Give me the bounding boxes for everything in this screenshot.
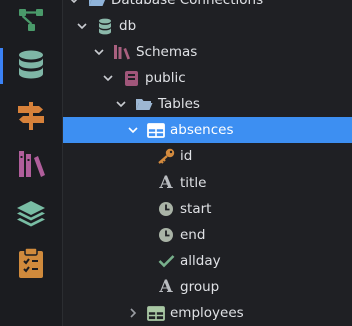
activity-database[interactable] bbox=[0, 46, 62, 86]
tree-node-label: employees bbox=[170, 305, 244, 321]
chevron-down-icon[interactable] bbox=[67, 0, 81, 7]
tree-column-id[interactable]: id bbox=[63, 143, 352, 169]
column-label: start bbox=[180, 201, 212, 217]
app-window: Database Connections db Schemas public T… bbox=[0, 0, 352, 326]
column-label: group bbox=[180, 279, 220, 295]
key-icon bbox=[156, 147, 176, 165]
column-label: title bbox=[180, 175, 207, 191]
tree-node-database-connections[interactable]: Database Connections bbox=[63, 0, 352, 13]
chevron-down-icon[interactable] bbox=[114, 97, 128, 111]
clipboard-icon bbox=[19, 247, 43, 278]
tree-column-group[interactable]: A group bbox=[63, 274, 352, 300]
database-icon bbox=[95, 17, 115, 35]
tree-node-label: Tables bbox=[158, 96, 200, 112]
tree-column-allday[interactable]: allday bbox=[63, 248, 352, 274]
chevron-right-icon[interactable] bbox=[126, 306, 140, 320]
activity-bar bbox=[0, 0, 63, 326]
table-icon bbox=[146, 121, 166, 139]
tree-node-absences[interactable]: absences bbox=[63, 117, 352, 143]
clock-icon bbox=[156, 200, 176, 218]
clock-icon bbox=[156, 226, 176, 244]
column-label: allday bbox=[180, 253, 221, 269]
git-graph-icon bbox=[19, 9, 43, 31]
activity-library[interactable] bbox=[0, 144, 62, 184]
tree-column-start[interactable]: start bbox=[63, 196, 352, 222]
library-icon bbox=[19, 151, 45, 177]
tree-node-schemas[interactable]: Schemas bbox=[63, 39, 352, 65]
chevron-down-icon[interactable] bbox=[92, 45, 106, 59]
activity-clipboard[interactable] bbox=[0, 243, 62, 283]
database-icon bbox=[19, 50, 43, 79]
table-icon bbox=[146, 304, 166, 322]
tree-node-label: Database Connections bbox=[111, 0, 264, 8]
library-icon bbox=[112, 43, 132, 61]
column-label: end bbox=[180, 227, 206, 243]
layers-icon bbox=[17, 201, 45, 227]
database-navigator-tree: Database Connections db Schemas public T… bbox=[63, 0, 352, 326]
schema-book-icon bbox=[121, 69, 141, 87]
chevron-down-icon[interactable] bbox=[101, 71, 115, 85]
text-type-icon: A bbox=[159, 276, 173, 297]
signpost-icon bbox=[18, 102, 44, 130]
tree-node-public[interactable]: public bbox=[63, 65, 352, 91]
tree-column-title[interactable]: A title bbox=[63, 170, 352, 196]
tree-column-end[interactable]: end bbox=[63, 222, 352, 248]
tree-node-label: absences bbox=[170, 122, 234, 138]
tree-node-db[interactable]: db bbox=[63, 13, 352, 39]
activity-signpost[interactable] bbox=[0, 96, 62, 136]
tree-node-label: public bbox=[145, 70, 186, 86]
chevron-down-icon[interactable] bbox=[126, 123, 140, 137]
activity-git-graph[interactable] bbox=[0, 0, 62, 40]
tree-node-employees[interactable]: employees bbox=[63, 300, 352, 326]
folder-open-icon bbox=[87, 0, 107, 9]
column-label: id bbox=[180, 148, 193, 164]
text-type-icon: A bbox=[159, 172, 173, 193]
check-icon bbox=[156, 252, 176, 270]
tree-node-label: db bbox=[119, 18, 137, 34]
tree-node-label: Schemas bbox=[136, 44, 198, 60]
activity-layers[interactable] bbox=[0, 194, 62, 234]
tree-node-tables[interactable]: Tables bbox=[63, 91, 352, 117]
folder-open-icon bbox=[134, 95, 154, 113]
chevron-down-icon[interactable] bbox=[75, 19, 89, 33]
